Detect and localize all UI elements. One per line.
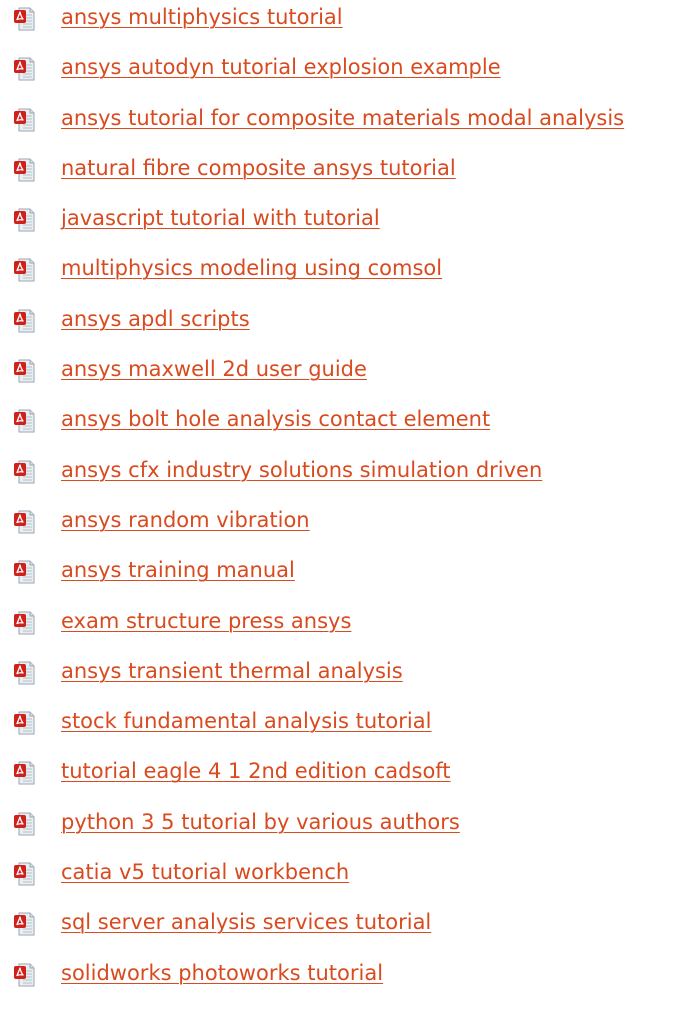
list-item-18: catia v5 tutorial workbench bbox=[0, 855, 690, 905]
pdf-file-icon bbox=[13, 57, 35, 81]
pdf-file-icon bbox=[13, 108, 35, 132]
pdf-link-8[interactable]: ansys maxwell 2d user guide bbox=[61, 353, 367, 385]
pdf-link-14[interactable]: ansys transient thermal analysis bbox=[61, 655, 403, 687]
pdf-link-15[interactable]: stock fundamental analysis tutorial bbox=[61, 705, 431, 737]
list-item-19: sql server analysis services tutorial bbox=[0, 905, 690, 955]
list-item-1: ansys multiphysics tutorial bbox=[0, 0, 690, 50]
pdf-link-5[interactable]: javascript tutorial with tutorial bbox=[61, 202, 380, 234]
pdf-file-icon bbox=[13, 912, 35, 936]
list-item-14: ansys transient thermal analysis bbox=[0, 654, 690, 704]
pdf-file-icon bbox=[13, 812, 35, 836]
pdf-file-icon bbox=[13, 158, 35, 182]
pdf-file-icon bbox=[13, 661, 35, 685]
pdf-link-6[interactable]: multiphysics modeling using comsol bbox=[61, 252, 442, 284]
list-item-11: ansys random vibration bbox=[0, 503, 690, 553]
pdf-file-icon bbox=[13, 258, 35, 282]
pdf-link-11[interactable]: ansys random vibration bbox=[61, 504, 310, 536]
list-item-6: multiphysics modeling using comsol bbox=[0, 251, 690, 301]
pdf-link-12[interactable]: ansys training manual bbox=[61, 554, 295, 586]
pdf-link-19[interactable]: sql server analysis services tutorial bbox=[61, 906, 431, 938]
pdf-link-13[interactable]: exam structure press ansys bbox=[61, 605, 351, 637]
list-item-3: ansys tutorial for composite materials m… bbox=[0, 101, 690, 151]
pdf-file-icon bbox=[13, 862, 35, 886]
pdf-file-icon bbox=[13, 963, 35, 987]
list-item-10: ansys cfx industry solutions simulation … bbox=[0, 453, 690, 503]
pdf-file-icon bbox=[13, 208, 35, 232]
pdf-link-1[interactable]: ansys multiphysics tutorial bbox=[61, 1, 343, 33]
pdf-file-icon bbox=[13, 460, 35, 484]
pdf-link-9[interactable]: ansys bolt hole analysis contact element bbox=[61, 403, 490, 435]
pdf-file-icon bbox=[13, 359, 35, 383]
pdf-file-icon bbox=[13, 309, 35, 333]
pdf-link-7[interactable]: ansys apdl scripts bbox=[61, 303, 250, 335]
pdf-link-17[interactable]: python 3 5 tutorial by various authors bbox=[61, 806, 460, 838]
pdf-link-10[interactable]: ansys cfx industry solutions simulation … bbox=[61, 454, 542, 486]
pdf-link-16[interactable]: tutorial eagle 4 1 2nd edition cadsoft bbox=[61, 755, 451, 787]
pdf-link-2[interactable]: ansys autodyn tutorial explosion example bbox=[61, 51, 501, 83]
pdf-file-icon bbox=[13, 510, 35, 534]
pdf-link-20[interactable]: solidworks photoworks tutorial bbox=[61, 957, 383, 989]
pdf-file-icon bbox=[13, 7, 35, 31]
list-item-5: javascript tutorial with tutorial bbox=[0, 201, 690, 251]
list-item-2: ansys autodyn tutorial explosion example bbox=[0, 50, 690, 100]
pdf-file-icon bbox=[13, 409, 35, 433]
pdf-link-18[interactable]: catia v5 tutorial workbench bbox=[61, 856, 349, 888]
list-item-16: tutorial eagle 4 1 2nd edition cadsoft bbox=[0, 754, 690, 804]
pdf-file-icon bbox=[13, 560, 35, 584]
list-item-7: ansys apdl scripts bbox=[0, 302, 690, 352]
pdf-link-list: ansys multiphysics tutorial ansys autody… bbox=[0, 0, 690, 1006]
list-item-13: exam structure press ansys bbox=[0, 604, 690, 654]
list-item-17: python 3 5 tutorial by various authors bbox=[0, 805, 690, 855]
pdf-file-icon bbox=[13, 761, 35, 785]
list-item-12: ansys training manual bbox=[0, 553, 690, 603]
pdf-file-icon bbox=[13, 711, 35, 735]
pdf-link-3[interactable]: ansys tutorial for composite materials m… bbox=[61, 102, 624, 134]
list-item-9: ansys bolt hole analysis contact element bbox=[0, 402, 690, 452]
list-item-15: stock fundamental analysis tutorial bbox=[0, 704, 690, 754]
list-item-8: ansys maxwell 2d user guide bbox=[0, 352, 690, 402]
pdf-file-icon bbox=[13, 611, 35, 635]
pdf-link-4[interactable]: natural fibre composite ansys tutorial bbox=[61, 152, 456, 184]
list-item-4: natural fibre composite ansys tutorial bbox=[0, 151, 690, 201]
list-item-20: solidworks photoworks tutorial bbox=[0, 956, 690, 1006]
